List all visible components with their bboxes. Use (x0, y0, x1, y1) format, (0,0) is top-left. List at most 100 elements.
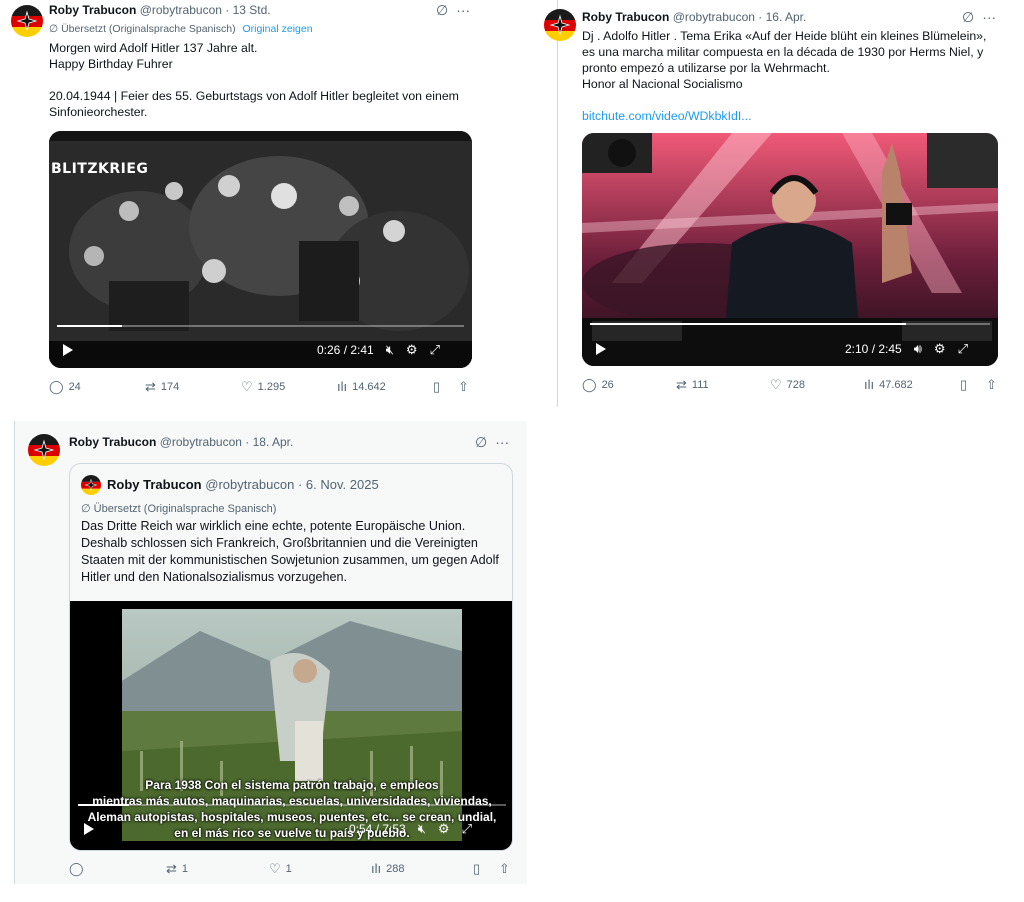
volume-icon[interactable]: 🔇︎ (386, 342, 394, 358)
separator-dot: · (245, 435, 250, 449)
quote-author-name[interactable]: Roby Trabucon (107, 477, 202, 492)
like-count: 1.295 (257, 381, 286, 393)
tweet-text: Dj . Adolfo Hitler . Tema Erika «Auf der… (582, 28, 994, 124)
video-overlay-title: BLITZKRIEG (51, 161, 149, 177)
reply-icon: ◯ (49, 379, 64, 394)
settings-icon[interactable]: ⚙ (406, 342, 418, 358)
like-button[interactable]: ♡ 1 (269, 861, 292, 877)
quote-author-handle[interactable]: @robytrabucon (205, 477, 294, 492)
views-icon: ılı (864, 377, 875, 392)
share-button[interactable]: ⇧ (458, 379, 469, 395)
like-count: 1 (285, 863, 292, 875)
video-time: 0:54 / 7:53 (349, 822, 406, 836)
video-player[interactable]: BLITZKRIEG 0:26 / 2:41 🔇︎ ⚙ ⤢ (49, 131, 472, 368)
tweet-1[interactable]: Roby Trabucon @robytrabucon · 13 Std. ∅ … (0, 0, 487, 407)
like-icon: ♡ (241, 379, 253, 394)
more-icon[interactable]: ··· (456, 3, 470, 17)
bookmark-button[interactable]: ▯ (433, 379, 440, 395)
views-count: 288 (386, 862, 405, 875)
tweet-2[interactable]: Roby Trabucon @robytrabucon · 16. Apr. ∅… (544, 0, 1024, 407)
reply-button[interactable]: ◯ 26 (582, 377, 614, 393)
video-progress-bar[interactable] (78, 804, 506, 806)
separator-dot: · (297, 477, 303, 492)
bookmark-button[interactable]: ▯ (960, 377, 967, 393)
play-icon[interactable] (596, 343, 606, 355)
tweet-line-2: Happy Birthday Fuhrer (49, 57, 173, 71)
play-icon[interactable] (63, 344, 73, 356)
repost-button[interactable]: ⇄ 1 (166, 861, 188, 877)
volume-icon[interactable]: 🔊︎ (914, 341, 922, 357)
quoted-tweet[interactable]: Roby Trabucon @robytrabucon · 6. Nov. 20… (69, 463, 513, 851)
video-progress-fill (57, 325, 123, 327)
quote-header: Roby Trabucon @robytrabucon · 6. Nov. 20… (107, 477, 379, 493)
avatar[interactable] (28, 434, 60, 466)
reply-button[interactable]: ◯ (69, 861, 89, 877)
quote-timestamp[interactable]: 6. Nov. 2025 (306, 477, 379, 492)
play-icon[interactable] (84, 823, 94, 835)
share-button[interactable]: ⇧ (986, 377, 997, 393)
more-icon[interactable]: ··· (495, 435, 509, 449)
tweet-3[interactable]: Roby Trabucon @robytrabucon · 18. Apr. ∅… (14, 421, 527, 884)
tweet-top-icons: ∅ ··· (475, 435, 509, 449)
video-frame (582, 133, 998, 366)
settings-icon[interactable]: ⚙ (934, 341, 946, 357)
repost-count: 1 (181, 863, 189, 875)
video-controls: 0:54 / 7:53 🔇︎ ⚙ ⤢ (349, 821, 472, 837)
fullscreen-icon[interactable]: ⤢ (958, 341, 968, 357)
settings-icon[interactable]: ⚙ (438, 821, 450, 837)
video-time: 2:10 / 2:45 (845, 342, 902, 356)
video-time: 0:26 / 2:41 (317, 343, 374, 357)
quote-video-player[interactable]: Para 1938 Con el sistema patrón trabajo,… (70, 601, 512, 850)
bookmark-icon: ▯ (433, 379, 441, 394)
author-handle[interactable]: @robytrabucon (160, 435, 242, 449)
show-original-link[interactable]: Original zeigen (243, 23, 313, 35)
views-button[interactable]: ılı 14.642 (337, 379, 386, 394)
fullscreen-icon[interactable]: ⤢ (430, 342, 440, 358)
tweet-top-icons: ∅ ··· (962, 10, 996, 24)
bookmark-button[interactable]: ▯ (473, 861, 480, 877)
video-controls: 2:10 / 2:45 🔊︎ ⚙ ⤢ (845, 341, 968, 357)
repost-icon: ⇄ (676, 377, 687, 392)
author-name[interactable]: Roby Trabucon (69, 435, 156, 449)
author-handle[interactable]: @robytrabucon (673, 10, 755, 24)
video-progress-bar[interactable] (590, 323, 990, 325)
avatar[interactable] (11, 5, 43, 37)
grok-icon[interactable]: ∅ (962, 10, 974, 24)
more-icon[interactable]: ··· (982, 10, 996, 24)
views-button[interactable]: ılı 47.682 (864, 377, 913, 392)
video-player[interactable]: 2:10 / 2:45 🔊︎ ⚙ ⤢ (582, 133, 998, 366)
quote-text: Das Dritte Reich war wirklich eine echte… (81, 518, 506, 586)
timestamp[interactable]: 16. Apr. (766, 10, 807, 24)
tweet-header: Roby Trabucon @robytrabucon · 16. Apr. (582, 10, 806, 25)
repost-icon: ⇄ (145, 379, 156, 394)
video-progress-bar[interactable] (57, 325, 464, 327)
quote-translation-note: ∅ Übersetzt (Originalsprache Spanisch) (81, 502, 276, 515)
like-button[interactable]: ♡ 1.295 (241, 379, 285, 395)
author-handle[interactable]: @robytrabucon (140, 3, 222, 17)
subtitle-line-1: Para 1938 Con el sistema patrón trabajo,… (145, 778, 439, 792)
like-button[interactable]: ♡ 728 (770, 377, 805, 393)
timestamp[interactable]: 18. Apr. (253, 435, 294, 449)
timestamp[interactable]: 13 Std. (233, 3, 271, 17)
share-button[interactable]: ⇧ (499, 861, 510, 877)
reply-icon: ◯ (69, 861, 84, 876)
repost-button[interactable]: ⇄ 111 (676, 377, 709, 393)
author-name[interactable]: Roby Trabucon (49, 3, 136, 17)
avatar[interactable] (544, 9, 576, 41)
translation-note: ∅ Übersetzt (Originalsprache Spanisch) O… (49, 23, 313, 35)
tweet-body: Dj . Adolfo Hitler . Tema Erika «Auf der… (582, 29, 987, 91)
repost-count: 174 (160, 381, 180, 393)
repost-button[interactable]: ⇄ 174 (145, 379, 179, 395)
reply-button[interactable]: ◯ 24 (49, 379, 81, 395)
author-name[interactable]: Roby Trabucon (582, 10, 669, 24)
grok-icon[interactable]: ∅ (475, 435, 487, 449)
views-icon: ılı (371, 861, 382, 876)
views-button[interactable]: ılı 288 (371, 861, 404, 876)
quote-translated-label: Übersetzt (Originalsprache Spanisch) (93, 503, 277, 515)
volume-icon[interactable]: 🔇︎ (418, 821, 426, 837)
bookmark-icon: ▯ (473, 861, 481, 876)
fullscreen-icon[interactable]: ⤢ (462, 821, 472, 837)
grok-icon[interactable]: ∅ (436, 3, 448, 17)
external-link[interactable]: bitchute.com/video/WDkbkIdI... (582, 108, 994, 124)
quote-avatar[interactable] (81, 475, 101, 495)
